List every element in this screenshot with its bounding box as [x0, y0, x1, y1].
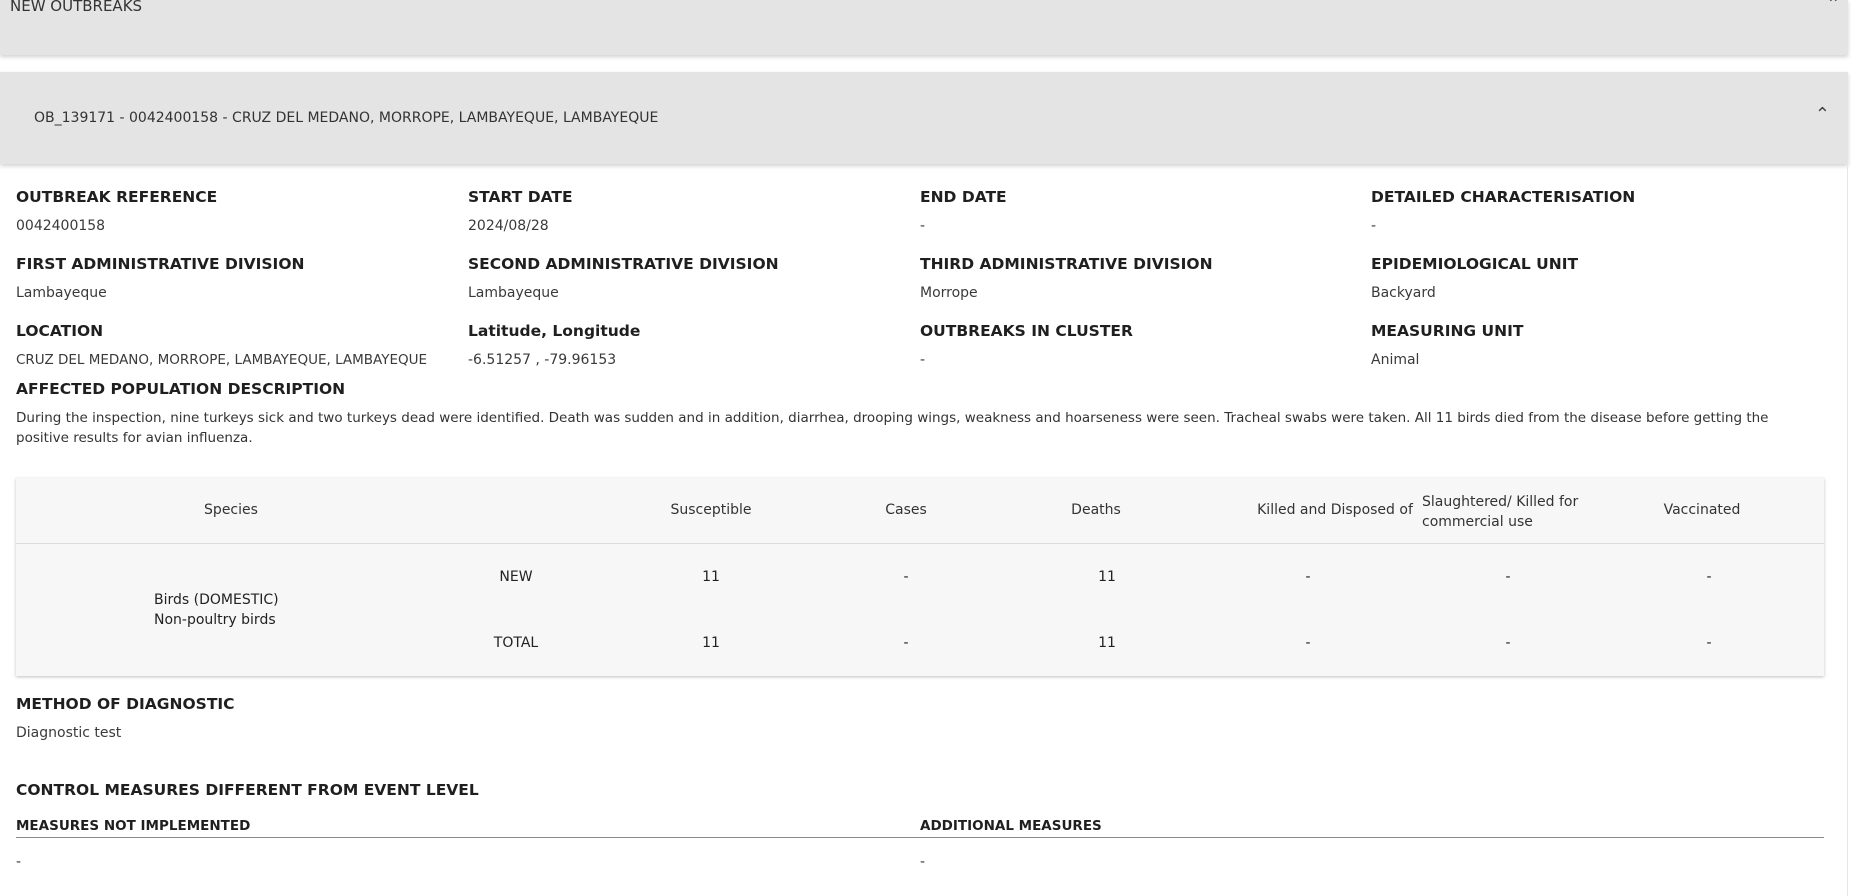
cell-total-slaughtered: - [1505, 635, 1511, 651]
row-type-new: NEW [499, 569, 533, 585]
affected-population-label: AFFECTED POPULATION DESCRIPTION [16, 380, 346, 398]
detailed-characterisation-label: DETAILED CHARACTERISATION [1371, 188, 1636, 206]
epidemiological-unit-value: Backyard [1371, 285, 1436, 301]
outbreaks-in-cluster-label: OUTBREAKS IN CLUSTER [920, 322, 1133, 340]
method-of-diagnostic-label: METHOD OF DIAGNOSTIC [16, 695, 235, 713]
start-date-label: START DATE [468, 188, 573, 206]
first-admin-division-label: FIRST ADMINISTRATIVE DIVISION [16, 255, 305, 273]
epidemiological-unit-label: EPIDEMIOLOGICAL UNIT [1371, 255, 1579, 273]
additional-measures-label: ADDITIONAL MEASURES [920, 818, 1102, 834]
additional-measures-value: - [920, 854, 926, 870]
chevron-up-icon[interactable]: ⌃ [1815, 104, 1830, 125]
cell-total-deaths: 11 [1098, 635, 1116, 651]
first-admin-division-value: Lambayeque [16, 285, 107, 301]
second-admin-division-label: SECOND ADMINISTRATIVE DIVISION [468, 255, 779, 273]
method-of-diagnostic-value: Diagnostic test [16, 725, 122, 741]
detailed-characterisation-value: - [1371, 218, 1377, 234]
affected-population-text: During the inspection, nine turkeys sick… [16, 410, 1769, 446]
th-vaccinated: Vaccinated [1663, 502, 1741, 518]
cell-total-killed: - [1305, 635, 1311, 651]
th-species: Species [204, 502, 258, 518]
cell-new-killed: - [1305, 569, 1311, 585]
control-measures-label: CONTROL MEASURES DIFFERENT FROM EVENT LE… [16, 781, 479, 799]
lat-long-label: Latitude, Longitude [468, 322, 641, 340]
start-date-value: 2024/08/28 [468, 218, 549, 234]
outbreak-reference-label: OUTBREAK REFERENCE [16, 188, 218, 206]
species-category: Non-poultry birds [154, 612, 276, 628]
measures-not-implemented-value: - [16, 854, 22, 870]
third-admin-division-label: THIRD ADMINISTRATIVE DIVISION [920, 255, 1213, 273]
cell-new-deaths: 11 [1098, 569, 1116, 585]
lat-long-value: -6.51257 , -79.96153 [468, 352, 617, 368]
th-cases: Cases [885, 502, 927, 518]
cell-new-cases: - [903, 569, 909, 585]
third-admin-division-value: Morrope [920, 285, 978, 301]
cell-total-vaccinated: - [1706, 635, 1712, 651]
cell-total-susceptible: 11 [702, 635, 720, 651]
row-type-total: TOTAL [493, 635, 539, 651]
cell-new-susceptible: 11 [702, 569, 720, 585]
cell-new-vaccinated: - [1706, 569, 1712, 585]
th-killed: Killed and Disposed of [1257, 502, 1413, 518]
measuring-unit-value: Animal [1371, 352, 1420, 368]
chevron-up-icon[interactable]: ⌃ [1827, 0, 1840, 13]
species-table: Species Susceptible Cases Deaths Killed … [16, 478, 1824, 676]
location-label: LOCATION [16, 322, 104, 340]
cell-new-slaughtered: - [1505, 569, 1511, 585]
end-date-value: - [920, 218, 926, 234]
outbreak-reference-value: 0042400158 [16, 218, 106, 234]
measuring-unit-label: MEASURING UNIT [1371, 322, 1524, 340]
outbreak-panel-header[interactable]: OB_139171 - 0042400158 - CRUZ DEL MEDANO… [0, 72, 1848, 164]
species-name: Birds (DOMESTIC) [154, 592, 279, 608]
new-outbreaks-panel-header[interactable]: NEW OUTBREAKS ⌃ [0, 0, 1848, 55]
th-deaths: Deaths [1071, 502, 1121, 518]
second-admin-division-value: Lambayeque [468, 285, 559, 301]
th-susceptible: Susceptible [670, 502, 752, 518]
measures-divider [16, 837, 1824, 838]
outbreak-title: OB_139171 - 0042400158 - CRUZ DEL MEDANO… [34, 110, 659, 126]
table-header-divider [16, 543, 1824, 544]
th-slaughtered: Slaughtered/ Killed for commercial use [1422, 494, 1579, 530]
panel-title: NEW OUTBREAKS [10, 0, 143, 15]
measures-not-implemented-label: MEASURES NOT IMPLEMENTED [16, 818, 251, 834]
location-value: CRUZ DEL MEDANO, MORROPE, LAMBAYEQUE, LA… [16, 352, 428, 368]
outbreaks-in-cluster-value: - [920, 352, 926, 368]
outbreak-details: OUTBREAK REFERENCE 0042400158 START DATE… [0, 164, 1848, 896]
cell-total-cases: - [903, 635, 909, 651]
end-date-label: END DATE [920, 188, 1007, 206]
